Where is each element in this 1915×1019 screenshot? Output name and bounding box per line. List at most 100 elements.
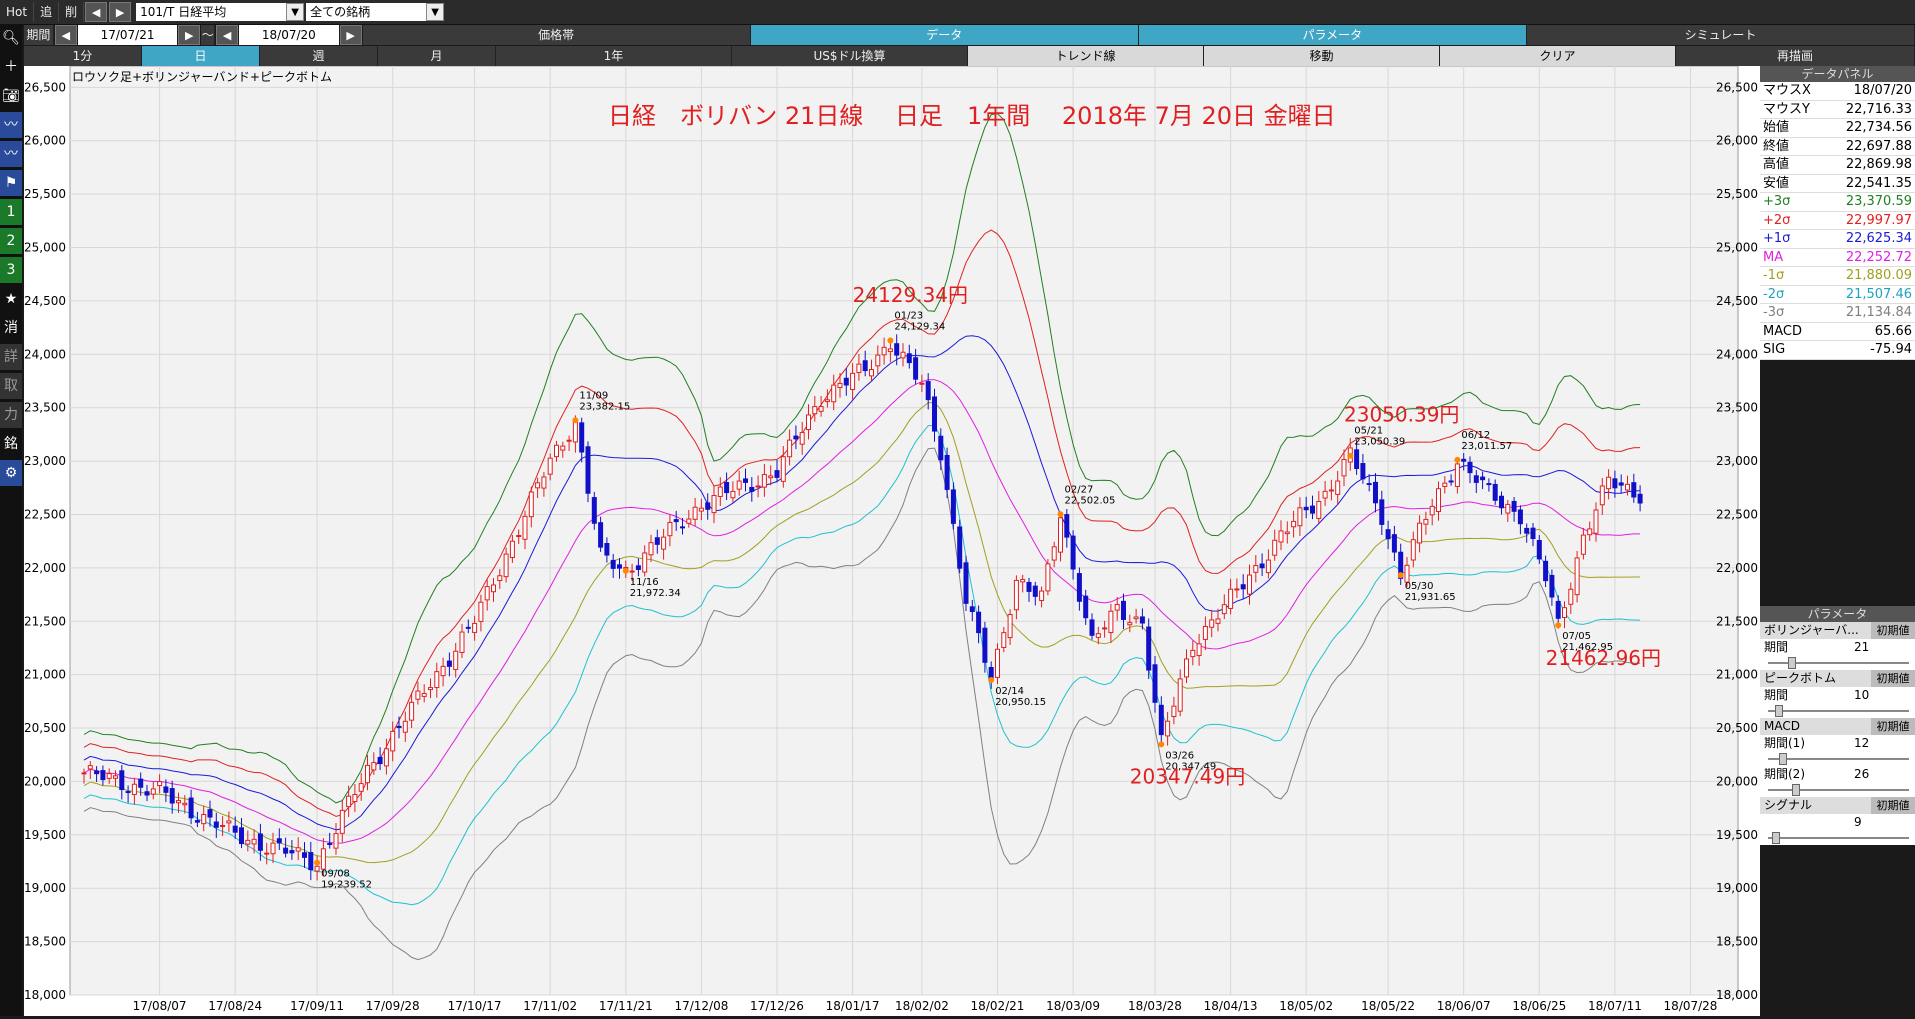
chart-area[interactable]: 18,000 18,500 19,000 19,500 20,000 20,500 21,0… [24, 65, 1760, 1016]
param-field-value[interactable]: 12 [1854, 735, 1915, 752]
delete-button[interactable]: 削 [59, 2, 85, 22]
param-field-value[interactable]: 26 [1854, 766, 1915, 783]
candle-body [1417, 522, 1423, 544]
plus-icon[interactable]: ＋ [0, 54, 22, 80]
search-icon[interactable]: 🔍︎ [0, 25, 22, 51]
slider-knob[interactable] [1778, 753, 1787, 765]
hot-button[interactable]: Hot [0, 2, 35, 22]
x-tick-label: 17/11/21 [599, 999, 653, 1013]
slider-knob[interactable] [1774, 705, 1783, 717]
candle-body [925, 381, 931, 401]
candle-body [1517, 509, 1523, 525]
peak-dot [988, 676, 995, 683]
tab-data[interactable]: データ [750, 25, 1139, 45]
redraw-button[interactable]: 再描画 [1676, 46, 1915, 66]
tab-parameters[interactable]: パラメータ [1138, 25, 1527, 45]
slot-2-button[interactable]: 2 [0, 228, 22, 254]
candle-body [138, 778, 144, 788]
param-field-row: 期間(2) 26 [1760, 766, 1915, 783]
tool-a-button[interactable]: 詳 [0, 344, 22, 370]
interval-1min[interactable]: 1分 [24, 46, 142, 66]
candle-body [824, 399, 830, 403]
candle-body [409, 701, 415, 721]
add-button[interactable]: 追 [34, 2, 60, 22]
data-panel-label: +1σ [1763, 231, 1791, 246]
prev-arrow-icon[interactable]: ◀ [85, 2, 108, 22]
candle-body [1039, 590, 1045, 601]
param-slider[interactable] [1760, 656, 1915, 670]
trendline-button[interactable]: トレンド線 [968, 46, 1204, 66]
candle-body [1297, 507, 1303, 527]
to-prev-icon[interactable]: ◀ [216, 25, 239, 45]
reset-button[interactable]: 初期値 [1871, 797, 1915, 814]
slider-knob[interactable] [1788, 657, 1797, 669]
reset-button[interactable]: 初期値 [1871, 622, 1915, 639]
param-field-value[interactable]: 9 [1854, 814, 1915, 831]
interval-day[interactable]: 日 [142, 46, 260, 66]
period-from-field[interactable]: 17/07/21 [77, 25, 178, 45]
from-next-icon[interactable]: ▶ [178, 25, 201, 45]
usd-convert-button[interactable]: US$ドル換算 [732, 46, 968, 66]
candle-body [1448, 480, 1454, 483]
reset-button[interactable]: 初期値 [1871, 670, 1915, 687]
reset-button[interactable]: 初期値 [1871, 718, 1915, 735]
chart-line-icon[interactable]: 〰 [0, 112, 22, 138]
symbol-dropdown-icon[interactable]: ▼ [286, 3, 305, 21]
peak-date-label: 07/05 [1562, 631, 1591, 642]
param-slider[interactable] [1760, 831, 1915, 845]
param-field-value[interactable]: 10 [1854, 687, 1915, 704]
tab-price-band[interactable]: 価格帯 [362, 25, 751, 45]
interval-week[interactable]: 週 [260, 46, 378, 66]
period-next-icon[interactable]: ▶ [339, 25, 362, 45]
camera-icon[interactable]: 📷︎ [0, 83, 22, 109]
next-arrow-icon[interactable]: ▶ [109, 2, 132, 22]
candlestick-chart[interactable]: 18,000 18,500 19,000 19,500 20,000 20,500 21,0… [24, 65, 1760, 1016]
candle-body [1184, 658, 1189, 678]
price-annotation-label: 20347.49円 [1130, 765, 1245, 789]
data-panel-value: 22,997.97 [1845, 212, 1912, 228]
interval-month[interactable]: 月 [378, 46, 496, 66]
symbol-button[interactable]: 銘 [0, 431, 22, 457]
star-icon[interactable]: ★ [0, 286, 22, 312]
move-button[interactable]: 移動 [1204, 46, 1440, 66]
tab-simulate[interactable]: シミュレート [1526, 25, 1915, 45]
param-field-value[interactable]: 21 [1854, 639, 1915, 656]
y-tick-label-right: 19,000 [1716, 881, 1758, 895]
param-slider[interactable] [1760, 752, 1915, 766]
period-to-field[interactable]: 18/07/20 [239, 25, 339, 45]
interval-1year[interactable]: 1年 [496, 46, 732, 66]
clear-button[interactable]: クリア [1440, 46, 1676, 66]
tool-c-button[interactable]: 力 [0, 402, 22, 428]
data-panel-title: データパネル [1760, 66, 1915, 82]
candle-body [894, 343, 900, 356]
data-panel-value: 22,625.34 [1845, 231, 1912, 246]
gear-icon[interactable]: ⚙ [0, 460, 22, 486]
filter-dropdown-icon[interactable]: ▼ [426, 3, 445, 21]
slot-1-button[interactable]: 1 [0, 199, 22, 225]
chart-compare-icon[interactable]: 〰 [0, 141, 22, 167]
candle-body [869, 369, 874, 377]
candle-body [1631, 482, 1637, 498]
tool-b-button[interactable]: 取 [0, 373, 22, 399]
slider-knob[interactable] [1792, 784, 1801, 796]
peak-dot [1347, 452, 1354, 459]
period-label: 期間 [24, 25, 54, 45]
slot-3-button[interactable]: 3 [0, 257, 22, 283]
y-tick-label: 20,500 [24, 721, 66, 735]
candle-body [415, 690, 421, 700]
candle-body [1454, 463, 1460, 487]
param-slider[interactable] [1760, 783, 1915, 797]
candle-body [446, 660, 452, 667]
period-prev-icon[interactable]: ◀ [54, 25, 77, 45]
candle-body [396, 725, 402, 729]
erase-button[interactable]: 消 [0, 315, 22, 341]
y-tick-label-right: 24,500 [1716, 294, 1758, 308]
filter-field[interactable]: 全ての銘柄 [306, 3, 427, 21]
param-slider[interactable] [1760, 704, 1915, 718]
candle-body [535, 482, 541, 489]
flag-icon[interactable]: ⚑ [0, 170, 22, 196]
candle-body [1121, 600, 1126, 620]
candle-body [554, 444, 559, 458]
slider-knob[interactable] [1772, 832, 1781, 844]
symbol-field[interactable]: 101/T 日経平均 [136, 3, 287, 21]
